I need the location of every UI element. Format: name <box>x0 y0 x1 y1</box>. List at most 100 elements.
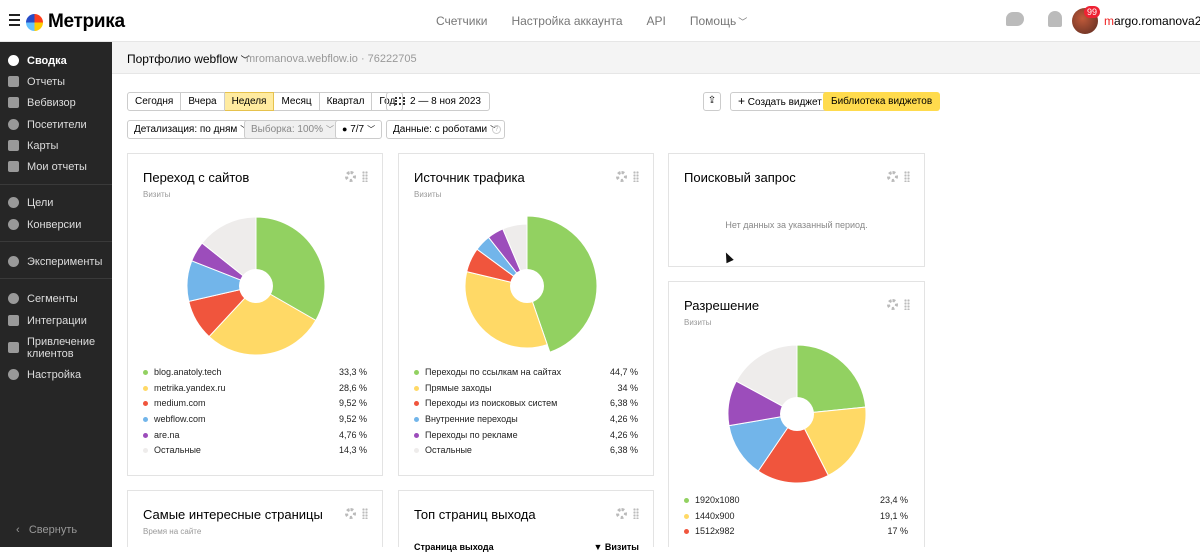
drag-handle-icon[interactable] <box>904 171 910 182</box>
sidebar-item-label: Интеграции <box>27 314 87 327</box>
legend-label: Переходы из поисковых систем <box>425 398 558 409</box>
data-filter[interactable]: Данные: с роботами ﹀ <box>386 120 506 139</box>
help-icon[interactable]: ? <box>492 125 501 134</box>
sidebar-item-webvisor[interactable]: Вебвизор <box>0 92 112 113</box>
drag-handle-icon[interactable] <box>904 299 910 310</box>
legend-row[interactable]: blog.anatoly.tech 33,3 % <box>143 366 367 382</box>
sidebar-item-reports[interactable]: Отчеты <box>0 71 112 92</box>
notification-badge: 99 <box>1084 6 1101 18</box>
legend-color-dot <box>414 432 419 438</box>
detail-filter[interactable]: Детализация: по дням﹀ <box>127 120 256 139</box>
sidebar-item-maps[interactable]: Карты <box>0 135 112 156</box>
username[interactable]: margo.romanova26 <box>1104 14 1200 28</box>
legend-row[interactable]: 1512x982 17 % <box>684 525 908 541</box>
legend-label: Переходы по рекламе <box>425 429 518 440</box>
create-widget-button[interactable]: + Создать виджет <box>730 92 830 111</box>
sidebar-item-label: Мои отчеты <box>27 160 87 173</box>
gear-icon[interactable] <box>616 508 627 519</box>
legend-row[interactable]: metrika.yandex.ru 28,6 % <box>143 382 367 398</box>
sidebar-item-label: Посетители <box>27 118 87 131</box>
legend-row[interactable]: Переходы по рекламе 4,26 % <box>414 429 638 445</box>
sidebar-item-settings[interactable]: Настройка <box>0 364 112 385</box>
column-header-visits[interactable]: ▼ Визиты <box>593 542 639 552</box>
sidebar-item-experiments[interactable]: Эксперименты <box>0 251 112 272</box>
widget-exit-pages: Топ страниц выхода Страница выхода ▼ Визи… <box>398 490 654 552</box>
sidebar-item-my-reports[interactable]: Мои отчеты <box>0 156 112 177</box>
widget-search-query: Поисковый запрос Нет данных за указанный… <box>668 153 925 267</box>
table-header: Страница выхода ▼ Визиты <box>414 542 639 552</box>
drag-handle-icon[interactable] <box>362 508 368 519</box>
legend-label: 1440x900 <box>695 510 735 521</box>
pie-chart <box>464 216 597 353</box>
legend-row[interactable]: webflow.com 9,52 % <box>143 413 367 429</box>
sidebar-item-label: Эксперименты <box>27 255 103 268</box>
sidebar-item-label: Вебвизор <box>27 96 76 109</box>
legend-row[interactable]: Остальные 14,3 % <box>143 444 367 460</box>
bell-icon[interactable] <box>1048 11 1062 27</box>
column-header-page: Страница выхода <box>414 542 494 552</box>
legend-label: Внутренние переходы <box>425 414 518 425</box>
sidebar-item-integrations[interactable]: Интеграции <box>0 310 112 331</box>
legend-row[interactable]: Прямые заходы 34 % <box>414 382 638 398</box>
gear-icon[interactable] <box>887 171 898 182</box>
gear-icon[interactable] <box>345 171 356 182</box>
sidebar-item-summary[interactable]: Сводка <box>0 50 112 71</box>
legend-row[interactable]: 1440x900 19,1 % <box>684 510 908 526</box>
logo[interactable]: Метрика <box>26 11 125 33</box>
menu-icon[interactable] <box>9 14 20 26</box>
legend-value: 34 % <box>617 382 638 393</box>
my-reports-icon <box>8 161 19 172</box>
period-yesterday[interactable]: Вчера <box>181 92 225 111</box>
pie-hole <box>780 397 814 431</box>
period-week[interactable]: Неделя <box>224 92 275 111</box>
nav-help[interactable]: Помощь ﹀ <box>690 14 747 28</box>
sample-filter-label: Выборка: 100% <box>251 124 323 135</box>
sidebar-item-conversions[interactable]: Конверсии <box>0 214 112 235</box>
nav-counters[interactable]: Счетчики <box>436 14 487 28</box>
legend-value: 17 % <box>887 526 908 537</box>
drag-handle-icon[interactable] <box>633 171 639 182</box>
legend-row[interactable]: Переходы из поисковых систем 6,38 % <box>414 397 638 413</box>
legend-row[interactable]: are.na 4,76 % <box>143 429 367 445</box>
sidebar-item-visitors[interactable]: Посетители <box>0 114 112 135</box>
legend-label: Остальные <box>154 445 201 456</box>
period-month[interactable]: Месяц <box>274 92 320 111</box>
nav-account-settings[interactable]: Настройка аккаунта <box>511 14 622 28</box>
legend-value: 19,1 % <box>879 510 908 521</box>
collapse-label: Свернуть <box>28 524 78 536</box>
period-quarter[interactable]: Квартал <box>319 92 373 111</box>
share-button[interactable]: ⇪ <box>703 92 721 111</box>
pie-chart <box>728 345 866 483</box>
drag-handle-icon[interactable] <box>633 508 639 519</box>
gear-icon[interactable] <box>345 508 356 519</box>
sidebar-item-goals[interactable]: Цели <box>0 192 112 213</box>
nav-api[interactable]: API <box>647 14 666 28</box>
attribution-filter[interactable]: ● 7/7 ﹀ <box>335 120 383 139</box>
gear-icon[interactable] <box>616 171 627 182</box>
chart-legend: Переходы по ссылкам на сайтах 44,7 % Прямы… <box>414 366 638 460</box>
sample-filter[interactable]: Выборка: 100% ﹀ <box>244 120 341 139</box>
date-range-label: 2 — 8 ноя 2023 <box>410 96 481 107</box>
legend-row[interactable]: Остальные 6,38 % <box>414 444 638 460</box>
chat-icon[interactable] <box>1006 12 1024 26</box>
widget-library-button[interactable]: Библиотека виджетов <box>823 92 941 111</box>
legend-row[interactable]: Переходы по ссылкам на сайтах 44,7 % <box>414 366 638 382</box>
legend-value: 44,7 % <box>609 367 638 377</box>
sidebar-item-acquisition[interactable]: Привлечение клиентов <box>0 336 112 366</box>
counter-selector[interactable]: Портфолио webflow ﹀ <box>127 52 250 66</box>
widget-subtitle: Визиты <box>414 190 442 199</box>
legend-value: 9,52 % <box>338 414 367 425</box>
period-today[interactable]: Сегодня <box>127 92 182 111</box>
sidebar-item-segments[interactable]: Сегменты <box>0 288 112 309</box>
legend-row[interactable]: 1920x1080 23,4 % <box>684 494 908 510</box>
legend-row[interactable]: medium.com 9,52 % <box>143 397 367 413</box>
collapse-sidebar-button[interactable]: ‹ Свернуть <box>16 524 77 536</box>
period-selector: Сегодня Вчера Неделя Месяц Квартал Год <box>127 92 404 111</box>
drag-handle-icon[interactable] <box>362 171 368 182</box>
legend-row[interactable]: Внутренние переходы 4,26 % <box>414 413 638 429</box>
legend-value: 14,3 % <box>338 445 367 456</box>
gear-icon[interactable] <box>887 299 898 310</box>
puzzle-icon <box>8 315 19 326</box>
widget-title: Топ страниц выхода <box>414 507 536 522</box>
date-range-button[interactable]: 2 — 8 ноя 2023 <box>386 92 490 111</box>
